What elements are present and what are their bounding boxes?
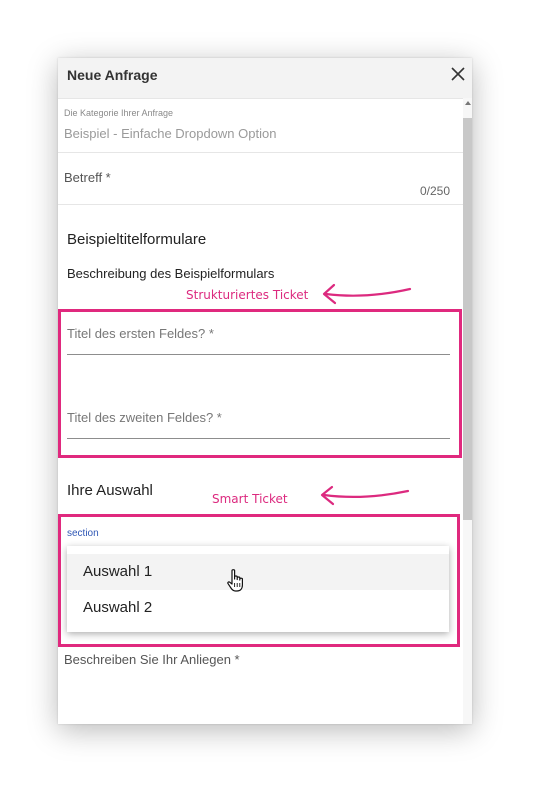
betreff-label: Betreff * [64, 170, 111, 185]
scrollbar-thumb[interactable] [463, 118, 472, 520]
form-description: Beschreibung des Beispielformulars [67, 266, 275, 281]
selection-title: Ihre Auswahl [67, 482, 153, 499]
dialog-header: Neue Anfrage [58, 58, 472, 99]
structured-ticket-highlight [58, 309, 462, 458]
smart-ticket-annotation: Smart Ticket [212, 492, 288, 506]
category-value: Beispiel - Einfache Dropdown Option [64, 126, 277, 141]
dialog-title: Neue Anfrage [67, 67, 158, 83]
structured-ticket-annotation: Strukturiertes Ticket [186, 288, 309, 302]
betreff-field[interactable]: Betreff * 0/250 [58, 153, 463, 205]
form-title: Beispieltitelformulare [67, 231, 207, 248]
describe-request-label: Beschreiben Sie Ihr Anliegen * [64, 652, 240, 667]
smart-arrow-icon [320, 485, 410, 506]
scroll-up-arrow-icon[interactable] [465, 101, 471, 105]
close-icon[interactable] [450, 66, 466, 82]
smart-ticket-highlight [58, 514, 460, 647]
hand-pointer-icon [227, 569, 243, 592]
betreff-char-counter: 0/250 [419, 184, 450, 198]
category-field[interactable]: Die Kategorie Ihrer Anfrage Beispiel - E… [58, 98, 463, 153]
structured-arrow-icon [322, 283, 412, 305]
scrollbar[interactable] [463, 98, 472, 724]
category-label: Die Kategorie Ihrer Anfrage [64, 108, 174, 118]
